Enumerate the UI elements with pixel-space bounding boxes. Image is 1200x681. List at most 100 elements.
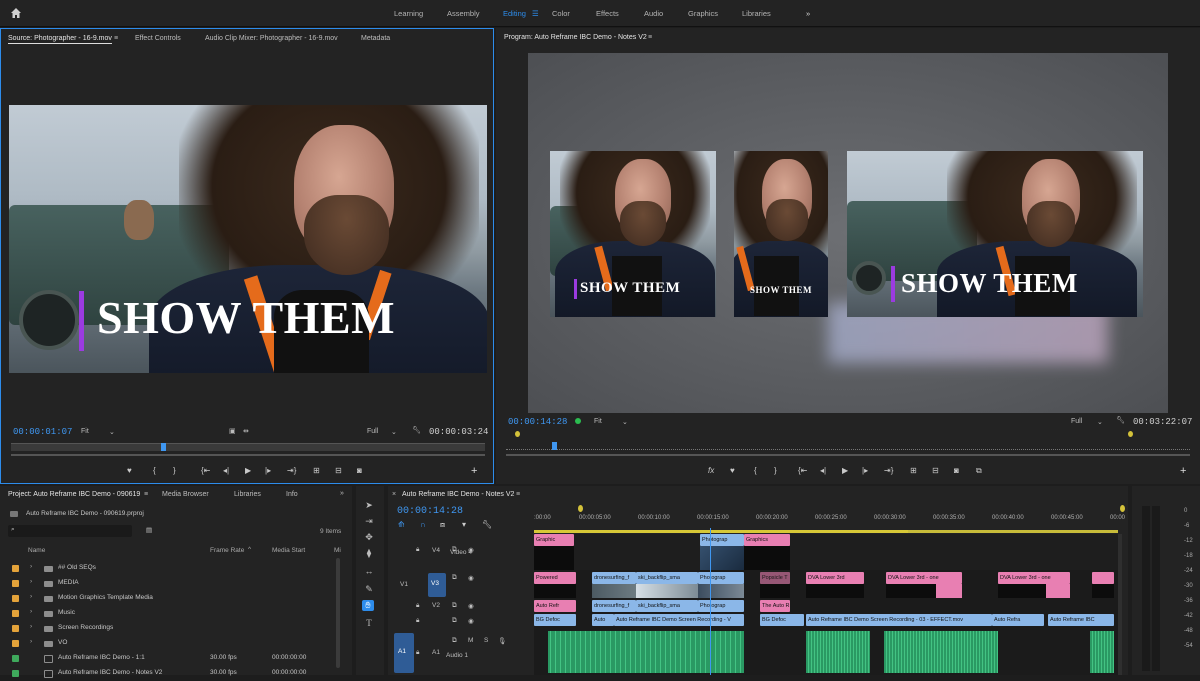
- tab-audio-clip-mixer[interactable]: Audio Clip Mixer: Photographer - 16-9.mo…: [205, 35, 338, 42]
- track-v3-target[interactable]: V3: [428, 573, 446, 597]
- track-v2-lock-icon[interactable]: 🔒︎: [416, 602, 419, 610]
- clip-v3-powered-body[interactable]: [534, 584, 576, 598]
- slip-tool-icon[interactable]: ↔: [363, 566, 375, 576]
- step-back-icon[interactable]: ◂|: [820, 466, 826, 475]
- marker-icon[interactable]: ♥: [730, 466, 735, 475]
- program-playhead[interactable]: [552, 442, 557, 450]
- clip-v3-dva-2-tail[interactable]: [936, 584, 962, 598]
- clip-v2-dronesurfing[interactable]: dronesurfing_f: [592, 600, 636, 612]
- list-item[interactable]: › MEDIA: [0, 577, 336, 591]
- hand-tool-icon[interactable]: ✋︎: [362, 600, 374, 611]
- program-scrubber[interactable]: [506, 441, 1190, 450]
- camera-icon[interactable]: ◙: [357, 466, 362, 475]
- clip-v4-graphics[interactable]: Graphics: [744, 534, 790, 546]
- workspace-audio[interactable]: Audio: [644, 9, 663, 18]
- wrench-icon[interactable]: 🔧︎: [1116, 416, 1125, 424]
- go-to-in-icon[interactable]: {⇤: [798, 466, 807, 475]
- source-fit-dropdown[interactable]: Fit: [81, 428, 89, 435]
- clip-v1-auto-reframe-ibc[interactable]: Auto Reframe IBC: [1048, 614, 1114, 626]
- work-area-bar[interactable]: [534, 530, 1118, 533]
- clip-v3-dva-lower-3rd-1[interactable]: DVA Lower 3rd: [806, 572, 864, 584]
- tab-source[interactable]: Source: Photographer - 16-9.mov: [8, 35, 112, 44]
- safe-margin-icon[interactable]: ▣: [229, 427, 236, 435]
- snap-icon[interactable]: ∩: [420, 520, 426, 529]
- tab-info[interactable]: Info: [286, 491, 298, 498]
- clip-v3-popsicle[interactable]: Popsicle T: [760, 572, 790, 584]
- ripple-edit-tool-icon[interactable]: ✥: [363, 532, 375, 543]
- chevron-right-icon[interactable]: ›: [30, 563, 32, 570]
- nest-icon[interactable]: ⟰: [398, 520, 405, 529]
- linked-selection-icon[interactable]: ⧈: [440, 520, 445, 530]
- clip-v3-dva-lower-3rd-3[interactable]: DVA Lower 3rd - one: [998, 572, 1070, 584]
- clip-v3-ski-backflip[interactable]: ski_backflip_sma: [636, 572, 698, 584]
- chevron-right-icon[interactable]: ›: [30, 608, 32, 615]
- chevron-down-icon[interactable]: ⌄: [391, 428, 397, 436]
- track-v2-eye-icon[interactable]: ◉: [468, 602, 474, 610]
- out-point-marker[interactable]: [1128, 431, 1133, 437]
- clip-v1-auto[interactable]: Auto: [592, 614, 614, 626]
- list-item[interactable]: › VO: [0, 637, 336, 651]
- overwrite-icon[interactable]: ⊟: [335, 466, 342, 475]
- razor-tool-icon[interactable]: ⧫: [363, 548, 375, 559]
- workspace-libraries[interactable]: Libraries: [742, 9, 771, 18]
- track-v4-lock-icon[interactable]: 🔒︎: [416, 546, 419, 554]
- go-to-out-icon[interactable]: ⇥}: [287, 466, 296, 475]
- project-search-input[interactable]: [8, 525, 132, 537]
- audio-clip-a1-2[interactable]: [806, 631, 870, 673]
- clip-v3-end-body[interactable]: [1092, 584, 1114, 598]
- source-playhead[interactable]: [161, 443, 166, 451]
- column-media-end[interactable]: Mi: [334, 547, 341, 554]
- workspace-color[interactable]: Color: [552, 9, 570, 18]
- chevron-right-icon[interactable]: ›: [30, 593, 32, 600]
- tab-program[interactable]: Program: Auto Reframe IBC Demo - Notes V…: [504, 34, 647, 41]
- marker-icon[interactable]: ♥: [127, 466, 132, 475]
- clip-v3-dva-3-body[interactable]: [998, 584, 1046, 598]
- workspace-learning[interactable]: Learning: [394, 9, 423, 18]
- workspace-menu-icon[interactable]: ☰: [532, 9, 539, 18]
- clip-v3-powered[interactable]: Powered: [534, 572, 576, 584]
- clip-v2-auto-refr[interactable]: Auto Refr: [534, 600, 576, 612]
- pen-tool-icon[interactable]: ✎: [363, 584, 375, 595]
- clip-v3-photograp[interactable]: Photograp: [698, 572, 744, 584]
- selection-tool-icon[interactable]: ➤: [363, 500, 375, 511]
- audio-clip-a1-1[interactable]: [548, 631, 744, 673]
- play-icon[interactable]: ▶: [245, 466, 251, 475]
- ruler-marker-end[interactable]: [1120, 505, 1125, 512]
- label-color-swatch[interactable]: [12, 565, 19, 572]
- list-item[interactable]: › Music: [0, 607, 336, 621]
- track-v2-sync-icon[interactable]: ⧉: [452, 602, 457, 610]
- clip-v3-photograp-body[interactable]: [698, 584, 744, 598]
- step-forward-icon[interactable]: |▸: [265, 466, 271, 475]
- mic-icon[interactable]: 🎙︎: [498, 637, 506, 645]
- mark-out-icon[interactable]: }: [173, 466, 176, 475]
- track-v3-sync-icon[interactable]: ⧉: [452, 574, 457, 582]
- workspace-overflow-icon[interactable]: »: [806, 9, 810, 18]
- step-forward-icon[interactable]: |▸: [862, 466, 868, 475]
- mark-in-icon[interactable]: {: [153, 466, 156, 475]
- label-color-swatch[interactable]: [12, 655, 19, 662]
- play-icon[interactable]: ▶: [842, 466, 848, 475]
- clip-v4-graphic-body[interactable]: [534, 546, 574, 570]
- track-a1-lock-icon[interactable]: 🔒︎: [416, 649, 419, 657]
- list-item[interactable]: › ## Old SEQs: [0, 562, 336, 576]
- clip-v1-screen-recording-v[interactable]: Auto Reframe IBC Demo Screen Recording -…: [614, 614, 744, 626]
- source-patch-a1[interactable]: A1: [394, 633, 414, 673]
- clip-v4-graphics-body[interactable]: [744, 546, 790, 570]
- chevron-right-icon[interactable]: ›: [30, 623, 32, 630]
- program-timecode[interactable]: 00:00:14:28: [508, 417, 567, 427]
- list-item[interactable]: › Screen Recordings: [0, 622, 336, 636]
- clip-v3-dva-3-tail[interactable]: [1046, 584, 1070, 598]
- lift-icon[interactable]: ⊞: [910, 466, 917, 475]
- clip-v2-photograp[interactable]: Photograp: [698, 600, 744, 612]
- mark-in-icon[interactable]: {: [754, 466, 757, 475]
- wrench-icon[interactable]: 🔧︎: [412, 426, 421, 434]
- tab-timeline[interactable]: Auto Reframe IBC Demo - Notes V2: [402, 491, 514, 498]
- track-v1-eye-icon[interactable]: ◉: [468, 617, 474, 625]
- column-frame-rate[interactable]: Frame Rate: [210, 547, 244, 554]
- clip-v2-ski-backflip[interactable]: ski_backflip_sma: [636, 600, 698, 612]
- clip-v3-dronesurfing-body[interactable]: [592, 584, 636, 598]
- step-back-icon[interactable]: ◂|: [223, 466, 229, 475]
- label-color-swatch[interactable]: [12, 580, 19, 587]
- column-media-start[interactable]: Media Start: [272, 547, 305, 554]
- project-scrollbar[interactable]: [336, 558, 340, 668]
